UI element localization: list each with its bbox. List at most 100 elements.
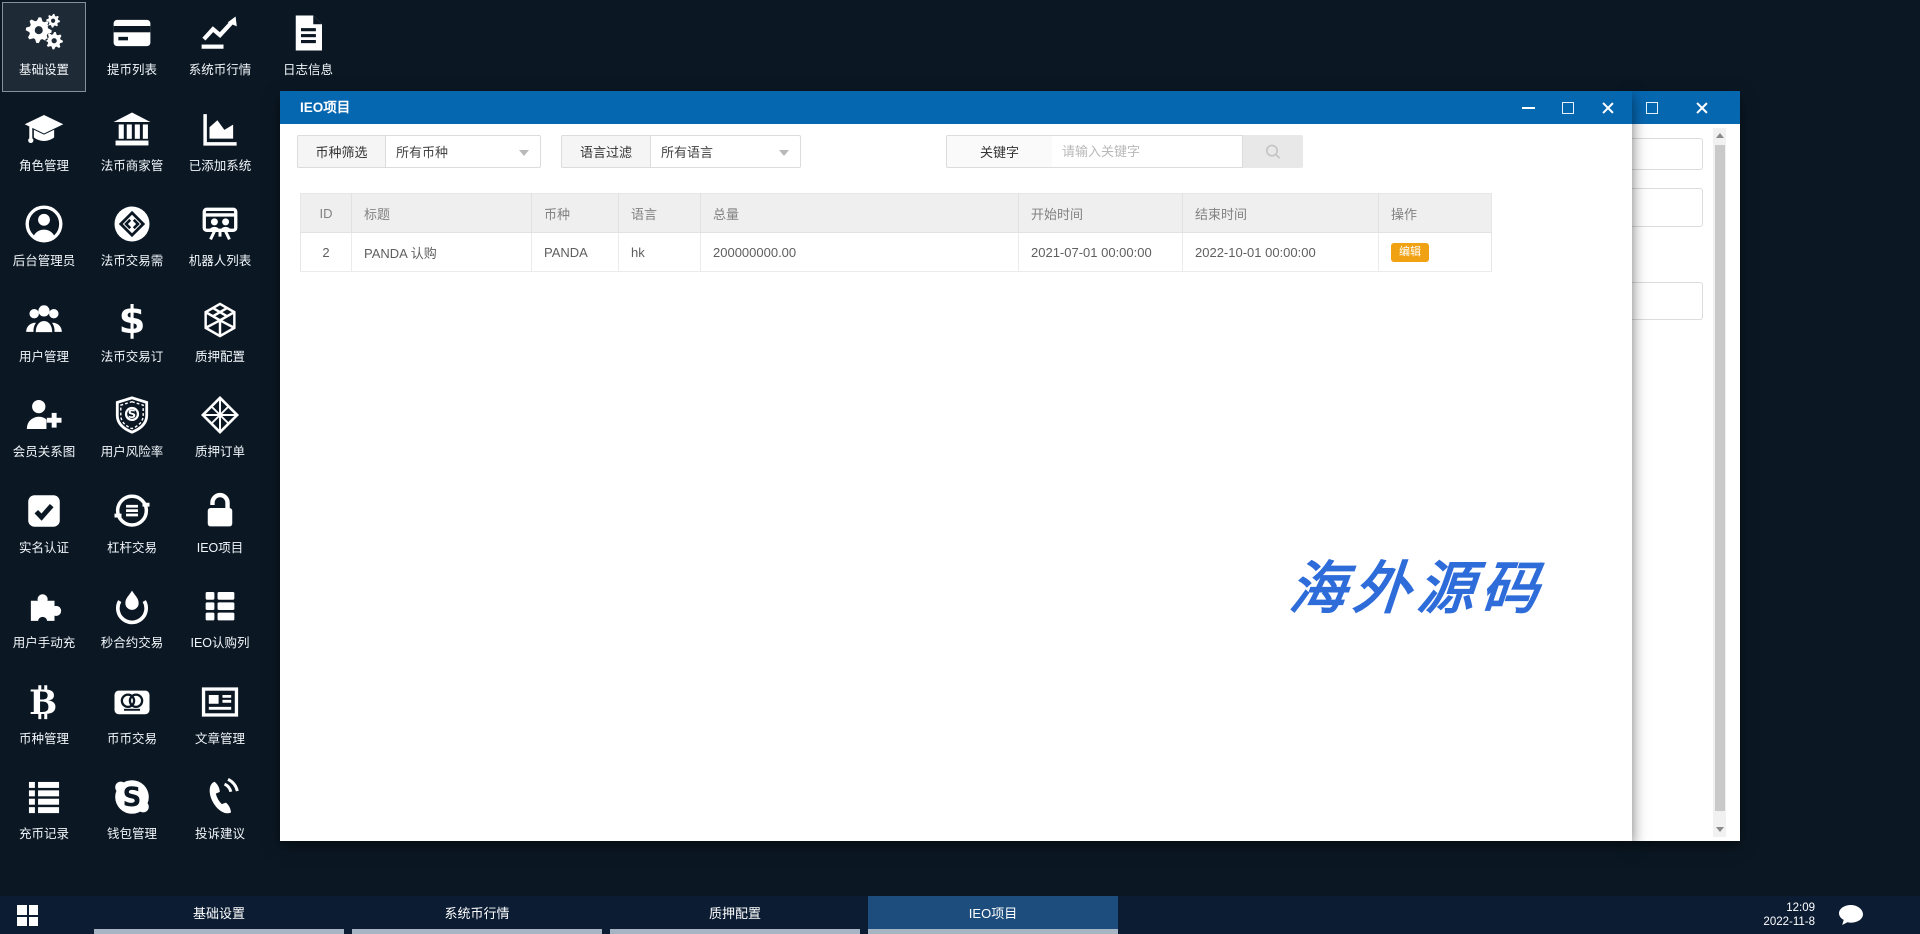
- desktop-item-label: IEO项目: [196, 540, 244, 555]
- desktop-item-log-file[interactable]: 日志信息: [266, 2, 350, 92]
- taskbar-tab[interactable]: 基础设置: [94, 896, 344, 934]
- rebel-emblem-icon: [111, 585, 153, 627]
- desktop-item-label: 用户风险率: [100, 445, 164, 459]
- chevron-down-icon: [779, 150, 789, 156]
- desktop-item-robot-board[interactable]: 机器人列表: [178, 193, 262, 283]
- svg-text:$: $: [119, 299, 146, 341]
- actions-cell: 编辑: [1378, 232, 1492, 272]
- taskbar-tab[interactable]: 质押配置: [610, 896, 860, 934]
- clipped-input-field[interactable]: [1632, 282, 1703, 320]
- maximize-icon: [1646, 102, 1658, 114]
- desktop-item-label: 投诉建议: [194, 827, 245, 841]
- users-group-icon: [23, 299, 65, 341]
- withdraw-card-icon: [111, 12, 153, 54]
- search-icon: [1266, 144, 1281, 159]
- desktop-item-dollar[interactable]: $ 法币交易订: [90, 289, 174, 379]
- desktop-item-trend-chart[interactable]: 系统币行情: [178, 2, 262, 92]
- edit-button[interactable]: 编辑: [1391, 242, 1429, 262]
- search-button[interactable]: [1243, 135, 1303, 168]
- desktop-item-diamond-lattice[interactable]: 质押订单: [178, 384, 262, 474]
- clipped-input-field[interactable]: [1632, 188, 1703, 227]
- close-button[interactable]: [1682, 91, 1722, 124]
- desktop-item-withdraw-card[interactable]: 提币列表: [90, 2, 174, 92]
- desktop-item-check-square[interactable]: 实名认证: [2, 480, 86, 570]
- table-cell: 2022-10-01 00:00:00: [1182, 232, 1379, 272]
- desktop-item-subscribe-list[interactable]: IEO认购列: [178, 575, 262, 665]
- desktop-item-admin-user[interactable]: 后台管理员: [2, 193, 86, 283]
- desktop-item-label: 日志信息: [282, 63, 333, 77]
- taskbar-tab[interactable]: IEO项目: [868, 896, 1118, 934]
- desktop-item-label: 法币商家管: [100, 158, 164, 173]
- desktop-item-exchange-diamond[interactable]: 法币交易需: [90, 193, 174, 283]
- window-titlebar[interactable]: IEO项目: [280, 91, 1632, 124]
- subscribe-list-icon: [199, 585, 241, 627]
- close-icon: [1695, 101, 1709, 115]
- desktop-item-label: 实名认证: [18, 540, 69, 555]
- taskbar-tab[interactable]: 系统币行情: [352, 896, 602, 934]
- keyword-filter-group: 关键字: [946, 135, 1303, 168]
- keyword-input[interactable]: [1052, 135, 1243, 168]
- currency-filter-dropdown[interactable]: 所有币种: [385, 135, 541, 168]
- desktop-item-margin-coin[interactable]: 杠杆交易: [90, 480, 174, 570]
- scrollbar-thumb[interactable]: [1714, 145, 1725, 811]
- desktop-item-users-group[interactable]: 用户管理: [2, 289, 86, 379]
- windows-logo-icon: [17, 905, 38, 926]
- desktop-item-phone-feedback[interactable]: 投诉建议: [178, 766, 262, 856]
- risk-shield-icon: S: [111, 394, 153, 436]
- log-file-icon: [287, 12, 329, 54]
- language-filter-group: 语言过滤 所有语言: [561, 135, 801, 168]
- close-icon: [1601, 101, 1615, 115]
- chat-bubble-icon[interactable]: [1838, 904, 1864, 926]
- clipped-input-field[interactable]: [1632, 138, 1703, 170]
- area-chart-icon: [199, 108, 241, 150]
- check-square-icon: [23, 490, 65, 532]
- column-header: 开始时间: [1018, 193, 1183, 233]
- desktop-item-bitcoin[interactable]: B 币种管理: [2, 671, 86, 761]
- desktop-item-area-chart[interactable]: 已添加系统: [178, 98, 262, 188]
- bitcoin-icon: B: [23, 681, 65, 723]
- column-header: 总量: [700, 193, 1019, 233]
- scroll-up-icon[interactable]: [1715, 133, 1724, 138]
- window-title: IEO项目: [300, 100, 351, 115]
- taskbar-clock[interactable]: 12:09 2022-11-8: [1763, 901, 1815, 929]
- desktop-item-settings-gears[interactable]: 基础设置: [2, 2, 86, 92]
- scroll-down-icon[interactable]: [1715, 827, 1724, 832]
- minimize-button[interactable]: [1508, 91, 1548, 124]
- desktop-item-padlock-open[interactable]: IEO项目: [178, 480, 262, 570]
- desktop-item-label: 后台管理员: [12, 254, 76, 268]
- desktop-item-label: 会员关系图: [12, 445, 76, 459]
- table-header: ID 标题 币种 语言 总量 开始时间 结束时间 操作: [300, 193, 1492, 233]
- desktop-item-bank[interactable]: 法币商家管: [90, 98, 174, 188]
- open-window-indicator: [94, 929, 344, 934]
- open-window-indicator: [868, 929, 1118, 934]
- background-window-titlebar[interactable]: [1632, 91, 1740, 124]
- vertical-scrollbar[interactable]: [1713, 128, 1726, 837]
- desktop-item-user-add[interactable]: 会员关系图: [2, 384, 86, 474]
- currency-filter-group: 币种筛选 所有币种: [297, 135, 541, 168]
- maximize-button[interactable]: [1632, 91, 1672, 124]
- table-cell: PANDA: [531, 232, 619, 272]
- desktop-item-article-news[interactable]: 文章管理: [178, 671, 262, 761]
- padlock-open-icon: [199, 490, 241, 532]
- desktop-item-skype-wallet[interactable]: S 钱包管理: [90, 766, 174, 856]
- close-button[interactable]: [1588, 91, 1628, 124]
- language-filter-dropdown[interactable]: 所有语言: [650, 135, 801, 168]
- maximize-button[interactable]: [1548, 91, 1588, 124]
- desktop-item-label: 机器人列表: [188, 254, 252, 268]
- desktop-item-graduation-cap[interactable]: 角色管理: [2, 98, 86, 188]
- keyword-label: 关键字: [946, 135, 1052, 168]
- skype-wallet-icon: S: [111, 776, 153, 818]
- table-cell: 2021-07-01 00:00:00: [1018, 232, 1183, 272]
- exchange-diamond-icon: [111, 203, 153, 245]
- start-button[interactable]: [0, 896, 56, 934]
- desktop-item-risk-shield[interactable]: S 用户风险率: [90, 384, 174, 474]
- desktop-item-cube-wireframe[interactable]: 质押配置: [178, 289, 262, 379]
- desktop-item-deposit-list[interactable]: 充币记录: [2, 766, 86, 856]
- ieo-projects-table: ID 标题 币种 语言 总量 开始时间 结束时间 操作 2 PANDA 认购 PANDA hk 200…: [300, 193, 1492, 272]
- minimize-icon: [1522, 107, 1535, 109]
- desktop-item-puzzle[interactable]: 用户手动充: [2, 575, 86, 665]
- column-header: ID: [300, 193, 352, 233]
- desktop-item-mastercard[interactable]: 币币交易: [90, 671, 174, 761]
- background-window: [1632, 91, 1740, 841]
- desktop-item-rebel-emblem[interactable]: 秒合约交易: [90, 575, 174, 665]
